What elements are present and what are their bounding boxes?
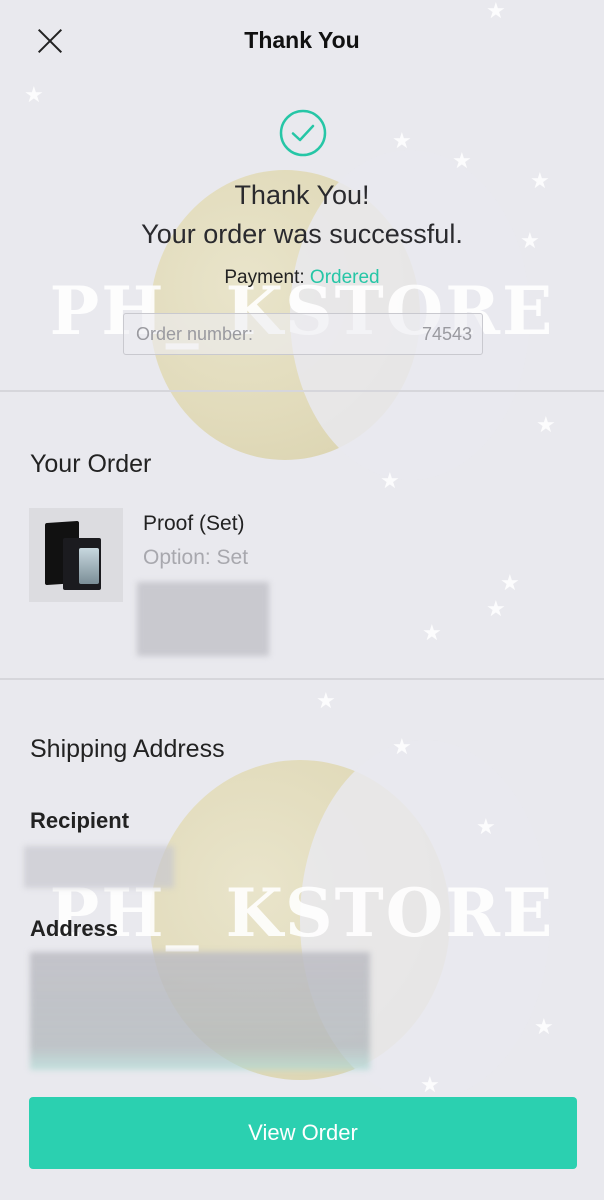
view-order-button[interactable]: View Order: [29, 1097, 577, 1169]
page-title: Thank You: [244, 27, 360, 53]
redacted-recipient: [24, 846, 174, 888]
payment-label: Payment:: [224, 267, 305, 288]
success-message: Your order was successful.: [141, 219, 463, 249]
order-confirmation-screen: Thank You Thank You! Your order was succ…: [0, 0, 604, 1200]
order-number-value: 74543: [421, 324, 472, 344]
top-bar: Thank You: [0, 0, 604, 82]
redacted-price: [137, 582, 269, 656]
recipient-label: Recipient: [30, 808, 130, 833]
payment-status-row: Payment: Ordered: [0, 267, 604, 289]
your-order-heading: Your Order: [30, 450, 152, 478]
section-divider: [0, 390, 604, 392]
view-order-button-label: View Order: [248, 1120, 358, 1145]
thank-you-heading: Thank You!: [234, 180, 370, 210]
section-divider: [0, 678, 604, 680]
redacted-address: [30, 952, 370, 1070]
product-name[interactable]: Proof (Set): [143, 512, 245, 536]
album-cover-image: [79, 548, 99, 584]
shipping-address-heading: Shipping Address: [30, 735, 225, 763]
product-thumbnail[interactable]: [29, 508, 123, 602]
check-circle-icon: [279, 109, 327, 157]
payment-status: Ordered: [309, 267, 380, 288]
order-number-label: Order number:: [136, 324, 254, 344]
product-option: Option: Set: [143, 546, 249, 569]
order-number-field: Order number: 74543: [123, 313, 483, 355]
address-label: Address: [30, 916, 119, 941]
